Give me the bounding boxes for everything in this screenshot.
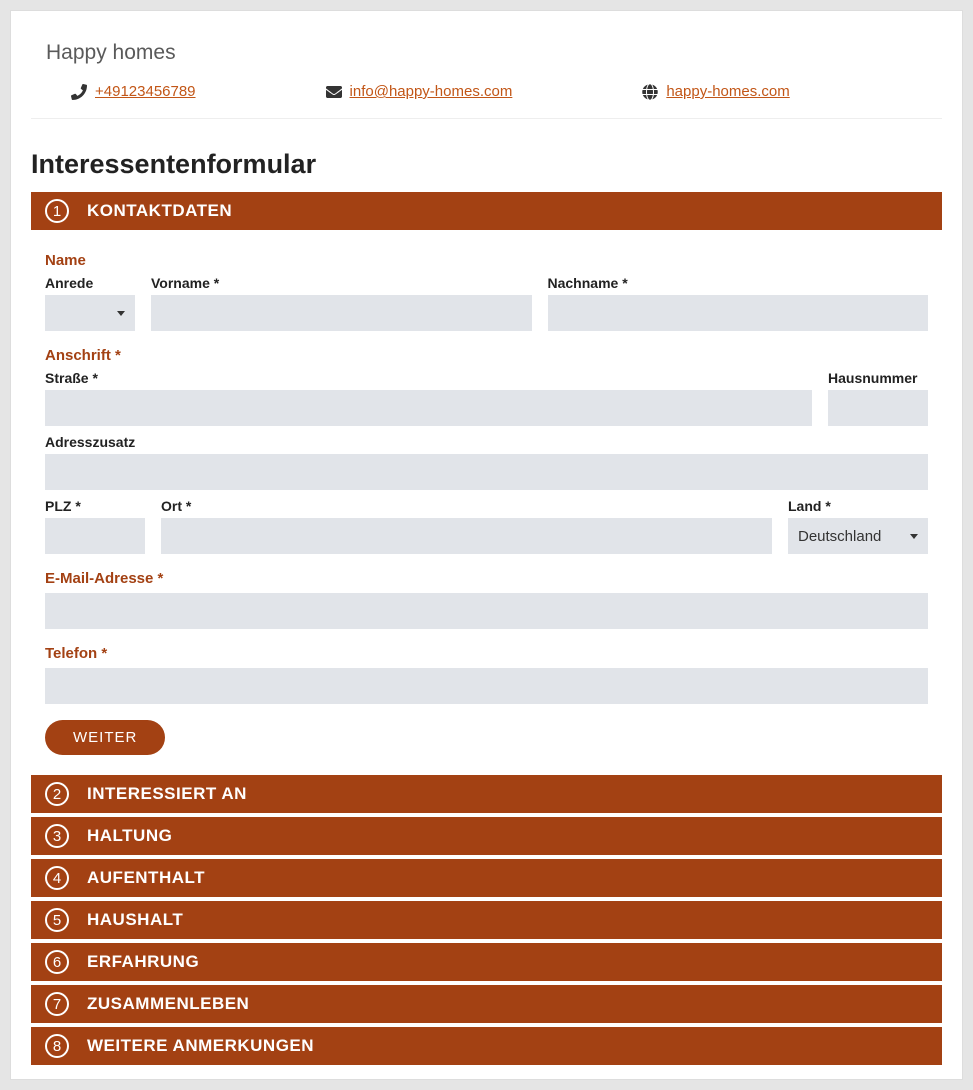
caret-down-icon bbox=[910, 534, 918, 539]
org-name: Happy homes bbox=[46, 41, 942, 65]
form-title: Interessentenformular bbox=[31, 149, 942, 180]
anschrift-heading: Anschrift * bbox=[45, 347, 928, 364]
field-adresszusatz: Adresszusatz bbox=[45, 434, 928, 490]
section-num-6: 6 bbox=[45, 950, 69, 974]
telefon-heading: Telefon * bbox=[45, 645, 928, 662]
field-telefon bbox=[45, 668, 928, 704]
land-value: Deutschland bbox=[798, 528, 881, 545]
section-label-1: KONTAKTDATEN bbox=[87, 201, 232, 221]
strasse-label: Straße * bbox=[45, 370, 812, 386]
nachname-label: Nachname * bbox=[548, 275, 929, 291]
section-num-5: 5 bbox=[45, 908, 69, 932]
adresszusatz-input[interactable] bbox=[45, 454, 928, 490]
field-vorname: Vorname * bbox=[151, 275, 532, 331]
caret-down-icon bbox=[117, 311, 125, 316]
phone-link[interactable]: +49123456789 bbox=[95, 83, 196, 100]
nachname-input[interactable] bbox=[548, 295, 929, 331]
field-email bbox=[45, 593, 928, 629]
section-label-3: HALTUNG bbox=[87, 826, 172, 846]
field-ort: Ort * bbox=[161, 498, 772, 554]
anrede-select[interactable] bbox=[45, 295, 135, 331]
section-header-8[interactable]: 8 WEITERE ANMERKUNGEN bbox=[31, 1027, 942, 1065]
section-label-5: HAUSHALT bbox=[87, 910, 183, 930]
section-label-6: ERFAHRUNG bbox=[87, 952, 199, 972]
section-header-3[interactable]: 3 HALTUNG bbox=[31, 817, 942, 855]
section-label-8: WEITERE ANMERKUNGEN bbox=[87, 1036, 314, 1056]
strasse-input[interactable] bbox=[45, 390, 812, 426]
field-anrede: Anrede bbox=[45, 275, 135, 331]
plz-input[interactable] bbox=[45, 518, 145, 554]
contact-phone: +49123456789 bbox=[71, 83, 196, 100]
email-heading: E-Mail-Adresse * bbox=[45, 570, 928, 587]
ort-label: Ort * bbox=[161, 498, 772, 514]
section-header-7[interactable]: 7 ZUSAMMENLEBEN bbox=[31, 985, 942, 1023]
field-nachname: Nachname * bbox=[548, 275, 929, 331]
hausnummer-input[interactable] bbox=[828, 390, 928, 426]
telefon-input[interactable] bbox=[45, 668, 928, 704]
hausnummer-label: Hausnummer bbox=[828, 370, 928, 386]
section-num-8: 8 bbox=[45, 1034, 69, 1058]
anrede-label: Anrede bbox=[45, 275, 135, 291]
vorname-input[interactable] bbox=[151, 295, 532, 331]
field-hausnummer: Hausnummer bbox=[828, 370, 928, 426]
email-link[interactable]: info@happy-homes.com bbox=[350, 83, 513, 100]
globe-icon bbox=[642, 84, 658, 100]
land-select[interactable]: Deutschland bbox=[788, 518, 928, 554]
name-heading: Name bbox=[45, 252, 928, 269]
section-header-2[interactable]: 2 INTERESSIERT AN bbox=[31, 775, 942, 813]
email-input[interactable] bbox=[45, 593, 928, 629]
section-num-7: 7 bbox=[45, 992, 69, 1016]
plz-label: PLZ * bbox=[45, 498, 145, 514]
vorname-label: Vorname * bbox=[151, 275, 532, 291]
section-header-4[interactable]: 4 AUFENTHALT bbox=[31, 859, 942, 897]
page-container: Happy homes +49123456789 info@happy-home… bbox=[10, 10, 963, 1080]
website-link[interactable]: happy-homes.com bbox=[666, 83, 789, 100]
section-header-1[interactable]: 1 KONTAKTDATEN bbox=[31, 192, 942, 230]
section-num-1: 1 bbox=[45, 199, 69, 223]
section-header-5[interactable]: 5 HAUSHALT bbox=[31, 901, 942, 939]
section-label-7: ZUSAMMENLEBEN bbox=[87, 994, 249, 1014]
contact-email: info@happy-homes.com bbox=[326, 83, 513, 100]
next-button[interactable]: WEITER bbox=[45, 720, 165, 755]
contact-website: happy-homes.com bbox=[642, 83, 789, 100]
section-num-3: 3 bbox=[45, 824, 69, 848]
section-header-6[interactable]: 6 ERFAHRUNG bbox=[31, 943, 942, 981]
field-strasse: Straße * bbox=[45, 370, 812, 426]
ort-input[interactable] bbox=[161, 518, 772, 554]
field-plz: PLZ * bbox=[45, 498, 145, 554]
section-label-2: INTERESSIERT AN bbox=[87, 784, 247, 804]
section-label-4: AUFENTHALT bbox=[87, 868, 205, 888]
contact-row: +49123456789 info@happy-homes.com happy-… bbox=[31, 83, 942, 119]
section-num-4: 4 bbox=[45, 866, 69, 890]
field-land: Land * Deutschland bbox=[788, 498, 928, 554]
land-label: Land * bbox=[788, 498, 928, 514]
section-num-2: 2 bbox=[45, 782, 69, 806]
adresszusatz-label: Adresszusatz bbox=[45, 434, 928, 450]
envelope-icon bbox=[326, 84, 342, 100]
section-body-1: Name Anrede Vorname * Nachname * Anschri… bbox=[31, 234, 942, 775]
phone-icon bbox=[71, 84, 87, 100]
